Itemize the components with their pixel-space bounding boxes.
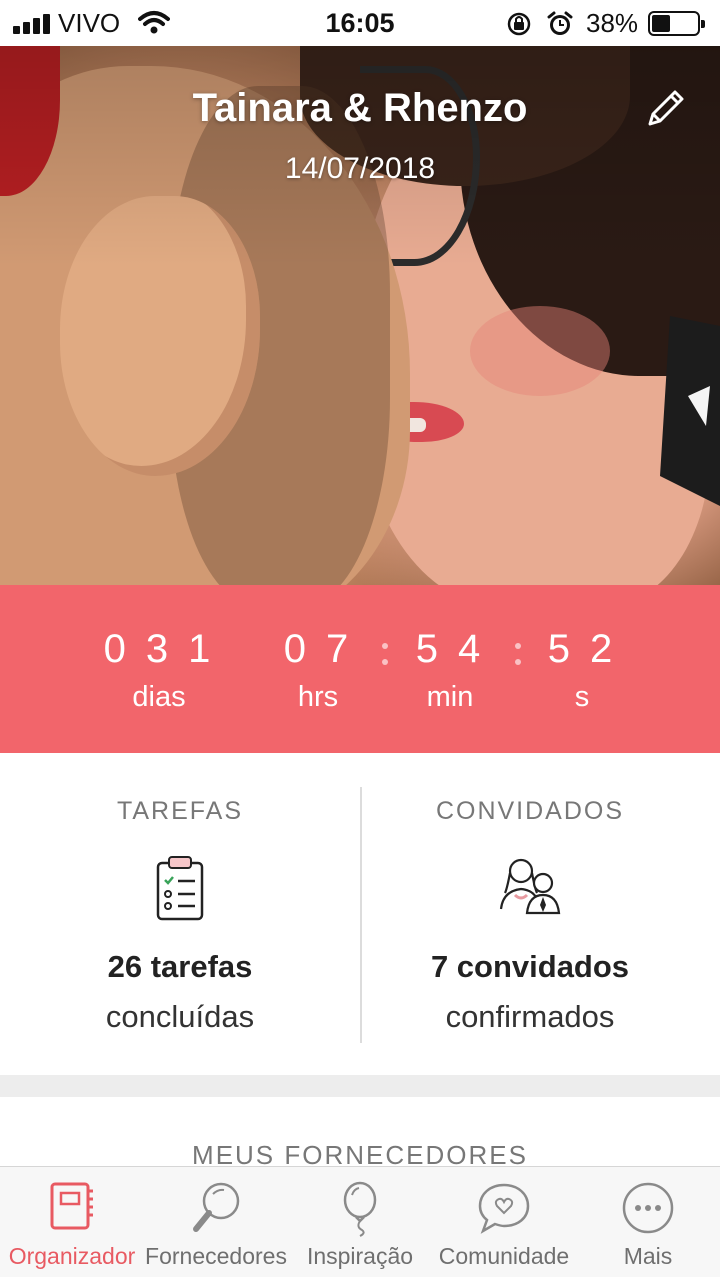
guests-couple-icon xyxy=(497,855,563,920)
guests-summary[interactable]: CONVIDADOS 7 convidados confirmados xyxy=(350,753,710,1075)
orientation-lock-icon xyxy=(505,11,533,42)
wedding-date: 14/07/2018 xyxy=(284,152,436,185)
photo-region xyxy=(470,306,610,396)
balloon-icon xyxy=(338,1181,382,1242)
tasks-summary[interactable]: TAREFAS 26 tarefas concluídas xyxy=(0,753,360,1075)
countdown-days-label: dias xyxy=(132,681,186,713)
guests-count: 7 convidados xyxy=(430,949,630,984)
summary-panel: TAREFAS 26 tarefas concluídas CONVIDADOS xyxy=(0,753,720,1075)
wedding-countdown: 031 dias 07 hrs 54 min 52 s xyxy=(0,585,720,753)
magnifier-icon xyxy=(190,1181,242,1240)
countdown-hours-label: hrs xyxy=(297,681,339,713)
tab-label: Fornecedores xyxy=(145,1243,287,1269)
tab-mais[interactable]: Mais xyxy=(576,1167,720,1277)
status-bar: VIVO 16:05 38% xyxy=(0,0,720,46)
countdown-minutes: 54 xyxy=(415,627,501,671)
countdown-seconds: 52 xyxy=(547,627,633,671)
section-separator xyxy=(0,1075,720,1097)
battery-percent: 38% xyxy=(586,8,639,38)
tasks-count: 26 tarefas xyxy=(107,949,253,984)
tab-label: Inspiração xyxy=(306,1243,414,1269)
planner-book-icon xyxy=(48,1181,96,1236)
photo-region xyxy=(660,316,720,506)
guests-subtitle: confirmados xyxy=(445,999,615,1034)
tasks-subtitle: concluídas xyxy=(105,999,255,1034)
countdown-minutes-label: min xyxy=(426,681,474,713)
tab-organizador[interactable]: Organizador xyxy=(0,1167,144,1277)
tab-comunidade[interactable]: Comunidade xyxy=(432,1167,576,1277)
couple-name: Tainara & Rhenzo xyxy=(192,86,528,130)
tab-inspiracao[interactable]: Inspiração xyxy=(288,1167,432,1277)
countdown-separator xyxy=(515,639,521,669)
countdown-separator xyxy=(382,639,388,669)
clipboard-checklist-icon xyxy=(154,855,206,926)
tab-label: Mais xyxy=(623,1243,673,1269)
chat-heart-icon xyxy=(477,1181,531,1240)
battery-icon xyxy=(648,11,705,36)
guests-title: CONVIDADOS xyxy=(435,797,625,825)
countdown-hours: 07 xyxy=(283,627,369,671)
pencil-icon[interactable] xyxy=(644,86,688,135)
tab-label: Comunidade xyxy=(438,1243,570,1269)
tab-fornecedores[interactable]: Fornecedores xyxy=(144,1167,288,1277)
bottom-tab-bar: Organizador Fornecedores Inspiração Comu… xyxy=(0,1166,720,1277)
tasks-title: TAREFAS xyxy=(116,797,244,825)
countdown-days: 031 xyxy=(103,627,231,671)
more-dots-icon xyxy=(621,1181,675,1240)
alarm-icon xyxy=(546,10,574,43)
countdown-seconds-label: s xyxy=(574,681,590,713)
tab-label: Organizador xyxy=(8,1243,136,1269)
